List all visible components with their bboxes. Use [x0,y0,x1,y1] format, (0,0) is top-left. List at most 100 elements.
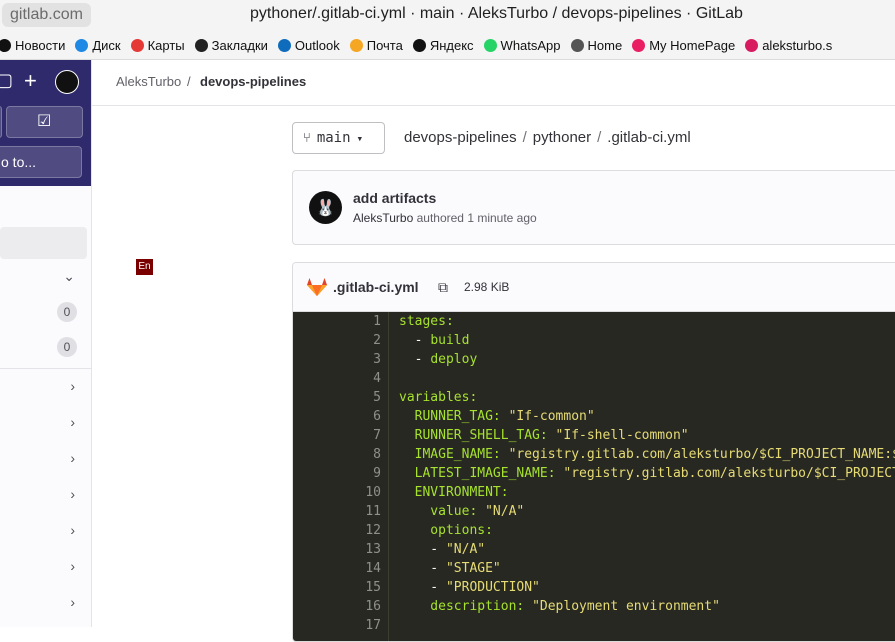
code-text: - "STAGE" [399,561,501,576]
path-root[interactable]: devops-pipelines [404,129,517,146]
bookmark-item[interactable]: My HomePage [632,38,735,53]
line-number[interactable]: 5 [341,388,381,407]
file-name: .gitlab-ci.yml [333,279,419,295]
bookmark-item[interactable]: Home [570,38,622,53]
sidebar-item[interactable]: › [0,558,91,578]
bookmark-label: Новости [15,38,66,53]
line-number[interactable]: 11 [341,502,381,521]
code-text: RUNNER_TAG: "If-common" [399,409,595,424]
line-number[interactable]: 16 [341,597,381,616]
code-text: value: "N/A" [399,504,525,519]
commit-time: 1 minute ago [467,211,537,225]
copy-path-icon[interactable]: ⧉ [438,279,448,296]
code-text: - "PRODUCTION" [399,580,540,595]
sidebar-item-merge-requests[interactable]: 0 [0,337,91,357]
sidebar-item-collapse[interactable]: ⌄ [0,268,91,288]
line-number[interactable]: 15 [341,578,381,597]
plus-icon[interactable]: + [24,68,37,94]
code-text: ENVIRONMENT: [399,485,509,500]
code-line: 6 RUNNER_TAG: "If-common" [293,407,895,426]
code-view[interactable]: 1 stages: 2 - build 3 - deploy 4 5 variables: 6… [293,312,895,641]
commit-meta: AleksTurbo authored 1 minute ago [353,211,537,225]
line-number[interactable]: 7 [341,426,381,445]
bookmark-item[interactable]: Карты [130,38,185,53]
browser-title-bar: gitlab.com pythoner/.gitlab-ci.yml · mai… [0,0,895,32]
code-line: 11 value: "N/A" [293,502,895,521]
line-number[interactable]: 8 [341,445,381,464]
todo-button[interactable]: ☑ [6,106,83,138]
checkbox-icon: ☑ [37,113,52,130]
bookmark-label: Карты [147,38,185,53]
file-path-breadcrumb: devops-pipelines / pythoner / .gitlab-ci.yml [404,129,691,146]
yandex-icon [412,39,426,52]
bookmark-item[interactable]: WhatsApp [483,38,561,53]
author-avatar[interactable]: 🐰 [309,191,342,224]
sidebar-item[interactable]: › [0,378,91,398]
bookmark-item[interactable]: Новости [0,38,65,53]
path-file: .gitlab-ci.yml [607,129,691,146]
bookmark-label: Диск [92,38,121,53]
line-number[interactable]: 6 [341,407,381,426]
sidebar-divider [0,368,91,369]
last-commit-panel: 🐰 add artifacts AleksTurbo authored 1 mi… [292,170,895,245]
bookmark-item[interactable]: Закладки [194,38,268,53]
code-line: 7 RUNNER_SHELL_TAG: "If-shell-common" [293,426,895,445]
code-text: variables: [399,390,478,405]
code-line: 13 - "N/A" [293,540,895,559]
sidebar-item[interactable]: › [0,486,91,506]
bookmark-item[interactable]: Яндекс [412,38,474,53]
breadcrumb-separator: / [187,74,191,89]
user-avatar[interactable] [55,70,79,94]
bookmark-label: My HomePage [649,38,736,53]
bookmark-label: WhatsApp [500,38,561,53]
branch-selector[interactable]: ⑂ main ▾ [292,122,385,154]
commit-title[interactable]: add artifacts [353,190,436,206]
line-number[interactable]: 14 [341,559,381,578]
code-text: - deploy [399,352,478,367]
sidebar-item[interactable]: › [0,450,91,470]
sidebar-item-issues[interactable]: 0 [0,302,91,322]
line-number[interactable]: 2 [341,331,381,350]
code-line: 8 IMAGE_NAME: "registry.gitlab.com/aleks… [293,445,895,464]
bookmark-item[interactable]: Outlook [277,38,340,53]
line-number[interactable]: 9 [341,464,381,483]
left-sidebar: ▢ + ☑ o to... ⌄ 0 0 › › › › › › › [0,60,92,627]
bookmark-icon [194,39,208,52]
sidebar-item[interactable]: › [0,522,91,542]
code-line: 10 ENVIRONMENT: [293,483,895,502]
chevron-right-icon: › [70,522,75,538]
branch-name: main [316,130,351,146]
line-number[interactable]: 3 [341,350,381,369]
line-number[interactable]: 10 [341,483,381,502]
path-separator: / [522,129,527,146]
issues-button[interactable] [0,106,2,138]
chevron-down-icon: ▾ [356,131,364,145]
sidebar-item[interactable]: › [0,414,91,434]
chevron-right-icon: › [70,558,75,574]
line-number[interactable]: 17 [341,616,381,635]
code-line: 12 options: [293,521,895,540]
bookmark-item[interactable]: Диск [75,38,121,53]
bookmark-item[interactable]: Почта [349,38,403,53]
branch-icon: ⑂ [303,130,311,146]
count-badge: 0 [57,337,77,357]
path-folder[interactable]: pythoner [533,129,591,146]
goto-button[interactable]: o to... [0,146,82,178]
address-bar[interactable]: gitlab.com [2,3,91,27]
bookmark-label: aleksturbo.s [762,38,833,53]
breadcrumb-owner[interactable]: AleksTurbo [116,74,181,89]
bookmark-item[interactable]: aleksturbo.s [745,38,832,53]
line-number[interactable]: 12 [341,521,381,540]
breadcrumb-project[interactable]: devops-pipelines [200,74,306,89]
outlook-icon [277,39,291,52]
code-line: 5 variables: [293,388,895,407]
code-text: RUNNER_SHELL_TAG: "If-shell-common" [399,428,689,443]
commit-author[interactable]: AleksTurbo [353,211,413,225]
sidebar-item[interactable]: › [0,594,91,614]
sidebar-toggle-icon[interactable]: ▢ [0,70,13,91]
line-number[interactable]: 1 [341,312,381,331]
line-number[interactable]: 13 [341,540,381,559]
code-line: 17 [293,616,895,635]
line-number[interactable]: 4 [341,369,381,388]
sidebar-item-active[interactable] [0,227,87,259]
